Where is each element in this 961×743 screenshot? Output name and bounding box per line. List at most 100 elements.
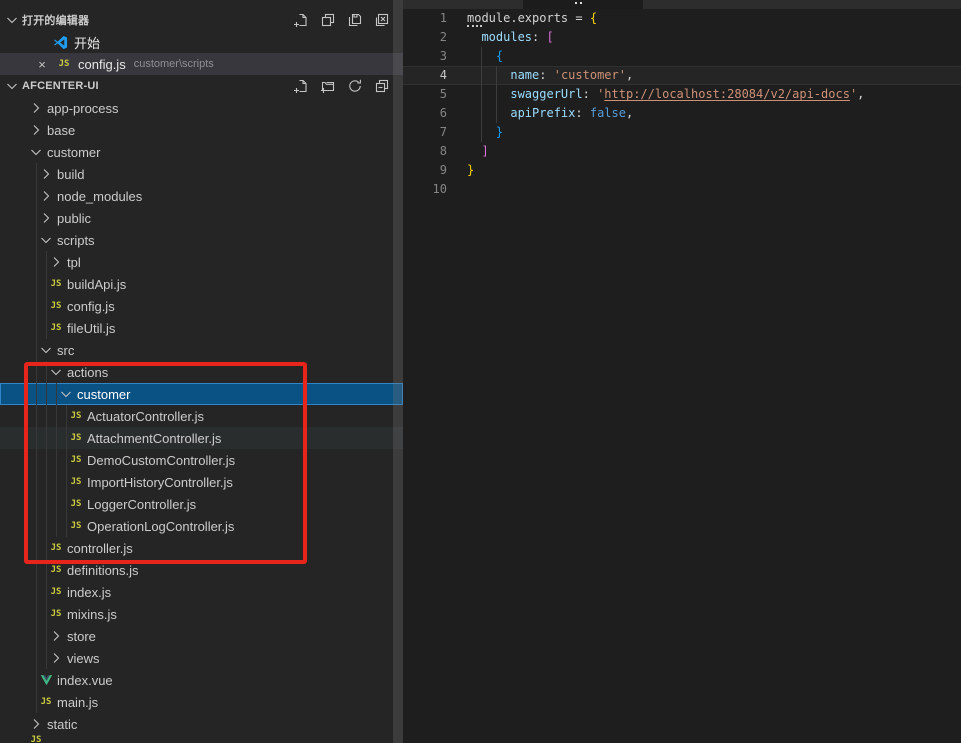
project-title: AFCENTER-UI: [22, 80, 99, 92]
code-line-5[interactable]: 5 swaggerUrl: 'http://localhost:28084/v2…: [403, 85, 961, 104]
indent-guide: [36, 383, 37, 405]
chevron-right-icon: [48, 650, 64, 666]
tree-item-ActuatorController.js[interactable]: JSActuatorController.js: [0, 405, 403, 427]
indent-guide: [46, 559, 47, 581]
tree-folder-tpl[interactable]: tpl: [0, 251, 403, 273]
tree-folder-customer[interactable]: customer: [0, 141, 403, 163]
tree-folder-build[interactable]: build: [0, 163, 403, 185]
code-token: {: [496, 49, 503, 63]
editor-layout-icon[interactable]: [319, 11, 337, 29]
indent-guide: [66, 405, 67, 427]
tree-folder-scripts[interactable]: scripts: [0, 229, 403, 251]
indent-guide: [36, 647, 37, 669]
tree-item-index.js[interactable]: JSindex.js: [0, 581, 403, 603]
tree-folder-static[interactable]: static: [0, 713, 403, 735]
indent-guide: [46, 383, 47, 405]
code-line-9[interactable]: 9}: [403, 161, 961, 180]
save-all-icon[interactable]: [346, 11, 364, 29]
tree-folder-src[interactable]: src: [0, 339, 403, 361]
new-file-icon[interactable]: [292, 11, 310, 29]
indent-guide: [496, 66, 497, 123]
tree-item-main.js[interactable]: JSmain.js: [0, 691, 403, 713]
tree-item-partial[interactable]: JS: [0, 735, 403, 743]
indent-guide: [46, 603, 47, 625]
refresh-icon[interactable]: [346, 77, 364, 95]
tree-folder-base[interactable]: base: [0, 119, 403, 141]
tree-item-OperationLogController.js[interactable]: JSOperationLogController.js: [0, 515, 403, 537]
vue-file-icon: [38, 672, 54, 688]
tree-item-index.vue[interactable]: index.vue: [0, 669, 403, 691]
code-token: 'customer': [554, 68, 626, 82]
tree-folder-actions[interactable]: actions: [0, 361, 403, 383]
indent-guide: [46, 449, 47, 471]
tree-item-label: actions: [67, 365, 108, 380]
tree-item-buildApi.js[interactable]: JSbuildApi.js: [0, 273, 403, 295]
code-line-7[interactable]: 7 }: [403, 123, 961, 142]
line-number: 4: [403, 66, 447, 85]
tree-item-DemoCustomController.js[interactable]: JSDemoCustomController.js: [0, 449, 403, 471]
tree-item-fileUtil.js[interactable]: JSfileUtil.js: [0, 317, 403, 339]
tree-item-LoggerController.js[interactable]: JSLoggerController.js: [0, 493, 403, 515]
tree-folder-views[interactable]: views: [0, 647, 403, 669]
indent-guide: [46, 515, 47, 537]
code-line-3[interactable]: 3 {: [403, 47, 961, 66]
tree-item-label: views: [67, 651, 100, 666]
chevron-right-icon: [28, 716, 44, 732]
close-all-icon[interactable]: [373, 11, 391, 29]
tree-folder-public[interactable]: public: [0, 207, 403, 229]
tree-item-mixins.js[interactable]: JSmixins.js: [0, 603, 403, 625]
editor-tab[interactable]: [403, 0, 523, 9]
tree-item-AttachmentController.js[interactable]: JSAttachmentController.js: [0, 427, 403, 449]
indent-guide: [36, 229, 37, 251]
sidebar-scrollbar[interactable]: [393, 0, 403, 743]
open-editor-item-开始[interactable]: 开始: [0, 31, 403, 53]
tree-folder-node_modules[interactable]: node_modules: [0, 185, 403, 207]
close-icon[interactable]: ×: [34, 57, 50, 72]
tree-item-label: customer: [47, 145, 100, 160]
tree-item-label: config.js: [67, 299, 115, 314]
project-header[interactable]: AFCENTER-UI: [0, 75, 403, 97]
open-editors-list: 开始×JSconfig.jscustomer\scripts: [0, 31, 403, 75]
tree-item-label: mixins.js: [67, 607, 117, 622]
tree-item-config.js[interactable]: JSconfig.js: [0, 295, 403, 317]
code-line-6[interactable]: 6 apiPrefix: false,: [403, 104, 961, 123]
tree-item-definitions.js[interactable]: JSdefinitions.js: [0, 559, 403, 581]
open-editor-item-config.js[interactable]: ×JSconfig.jscustomer\scripts: [0, 53, 403, 75]
code-line-1[interactable]: 1module.exports = {: [403, 9, 961, 28]
code-text: [447, 180, 467, 199]
tree-folder-store[interactable]: store: [0, 625, 403, 647]
open-editor-label: config.js: [78, 57, 126, 72]
editor-tab-strip: [403, 0, 961, 9]
open-editors-header[interactable]: 打开的编辑器: [0, 9, 403, 31]
code-token: module.exports: [467, 11, 568, 25]
indent-guide: [46, 427, 47, 449]
url-link-token[interactable]: http://localhost:28084/v2/api-docs: [604, 87, 850, 101]
code-line-10[interactable]: 10: [403, 180, 961, 199]
editor-tab[interactable]: [523, 0, 643, 9]
indent-guide: [36, 163, 37, 185]
tab-bar-empty: [643, 0, 961, 9]
code-line-4[interactable]: 4 name: 'customer',: [403, 66, 961, 85]
code-line-2[interactable]: 2 modules: [: [403, 28, 961, 47]
code-token: [467, 30, 481, 44]
indent-guide: [46, 361, 47, 383]
collapse-all-icon[interactable]: [373, 77, 391, 95]
chevron-down-icon: [38, 232, 54, 248]
javascript-file-icon: JS: [48, 301, 64, 311]
tree-item-label: DemoCustomController.js: [87, 453, 235, 468]
tree-item-ImportHistoryController.js[interactable]: JSImportHistoryController.js: [0, 471, 403, 493]
indent-guide: [36, 207, 37, 229]
tree-folder-customer[interactable]: customer: [0, 383, 403, 405]
code-token: [467, 87, 510, 101]
code-line-8[interactable]: 8 ]: [403, 142, 961, 161]
code-area[interactable]: 1module.exports = {2 modules: [3 {4 name…: [403, 9, 961, 199]
new-file-icon[interactable]: [292, 77, 310, 95]
indent-guide: [46, 471, 47, 493]
code-text: name: 'customer',: [447, 66, 633, 85]
new-folder-icon[interactable]: [319, 77, 337, 95]
tree-folder-app-process[interactable]: app-process: [0, 97, 403, 119]
tree-item-controller.js[interactable]: JScontroller.js: [0, 537, 403, 559]
code-token: apiPrefix: [510, 106, 575, 120]
chevron-right-icon: [38, 210, 54, 226]
indent-guide: [46, 405, 47, 427]
